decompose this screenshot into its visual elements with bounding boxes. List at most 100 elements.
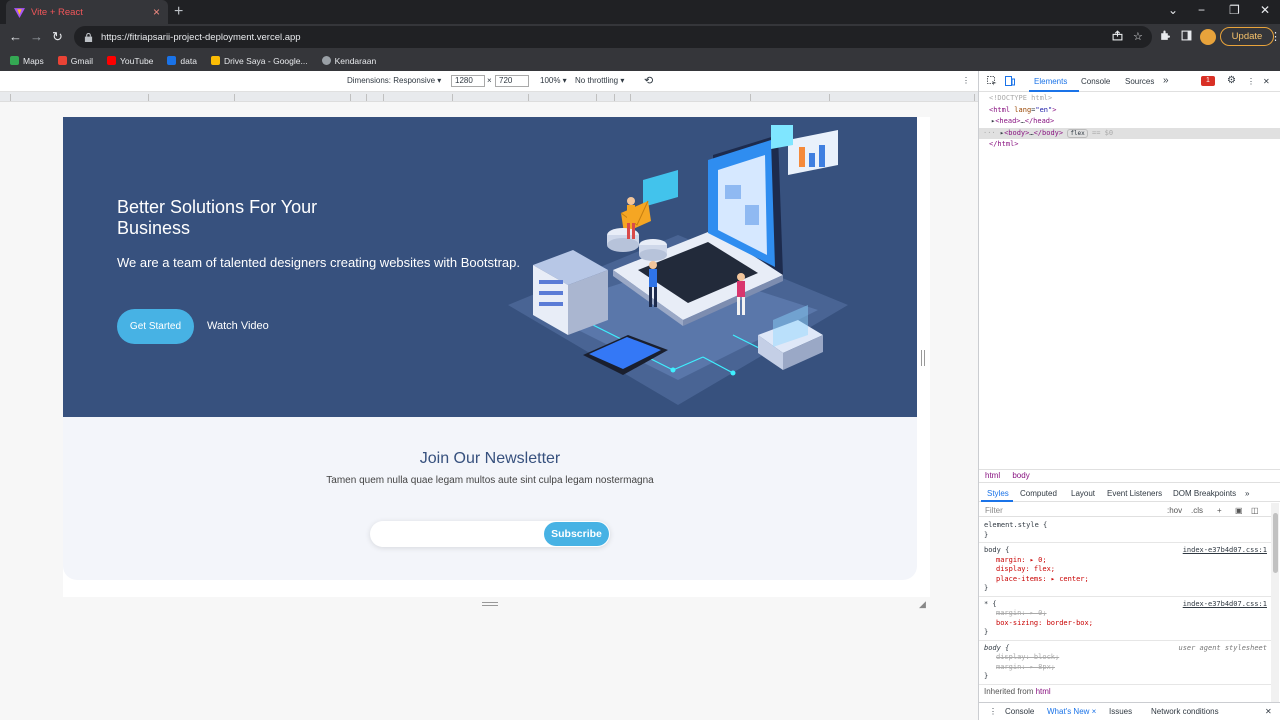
styles-scrollbar[interactable]: [1271, 503, 1279, 703]
drawer-tab-issues[interactable]: Issues: [1109, 707, 1132, 716]
stylesheet-link[interactable]: index-e37b4d07.css:1: [1183, 546, 1267, 554]
inherited-tag[interactable]: html: [1036, 687, 1051, 696]
tab-search-icon[interactable]: ⌄: [1168, 3, 1178, 17]
dom-node-head[interactable]: ▸<head>…</head>: [979, 116, 1280, 128]
devtools-drawer: ⋮ Console What's New × Issues Network co…: [979, 702, 1280, 720]
tab-console[interactable]: Console: [1081, 77, 1110, 86]
stylesheet-link[interactable]: index-e37b4d07.css:1: [1183, 600, 1267, 608]
tab-dom-breakpoints[interactable]: DOM Breakpoints: [1173, 489, 1236, 498]
minimize-button[interactable]: −: [1198, 3, 1205, 17]
width-input[interactable]: 1280: [451, 75, 485, 87]
settings-gear-icon[interactable]: ⚙: [1227, 75, 1236, 86]
tab-computed[interactable]: Computed: [1020, 489, 1057, 498]
tab-close-icon[interactable]: ×: [153, 5, 160, 19]
error-count-badge[interactable]: 1: [1201, 76, 1215, 86]
dom-node-html[interactable]: <html lang="en">: [979, 105, 1280, 117]
sidebar-toggle-icon[interactable]: ◫: [1251, 506, 1259, 515]
rule-universal[interactable]: index-e37b4d07.css:1 * { margin: ▸ 0; bo…: [979, 597, 1271, 641]
watch-video-link[interactable]: Watch Video: [207, 320, 269, 332]
computed-toggle-icon[interactable]: ▣: [1235, 506, 1243, 515]
url-text: https://fitriapsarii-project-deployment.…: [101, 31, 301, 43]
tab-event-listeners[interactable]: Event Listeners: [1107, 489, 1162, 498]
forward-button[interactable]: →: [30, 29, 43, 44]
data-icon: [167, 56, 177, 65]
profile-avatar[interactable]: [1200, 29, 1216, 45]
devtools-close-icon[interactable]: ✕: [1263, 77, 1270, 86]
inspect-element-icon[interactable]: [987, 76, 997, 86]
dimensions-dropdown[interactable]: Dimensions: Responsive ▾: [347, 76, 441, 85]
website-page: Better Solutions For Your Business We ar…: [63, 117, 930, 597]
bookmark-youtube[interactable]: YouTube: [107, 56, 153, 66]
viewport-resize-handle-right[interactable]: [921, 350, 925, 366]
tab-layout[interactable]: Layout: [1071, 489, 1095, 498]
device-more-icon[interactable]: ⋮: [962, 76, 970, 85]
active-tab-indicator: [1029, 90, 1079, 92]
bookmark-maps[interactable]: Maps: [10, 56, 44, 66]
browser-menu-icon[interactable]: ⋮: [1270, 30, 1280, 43]
bookmark-star-icon[interactable]: ☆: [1133, 30, 1143, 43]
dom-node-body[interactable]: ··· ▸<body>…</body> flex == $0: [979, 127, 1280, 139]
more-styles-tabs-icon[interactable]: »: [1245, 489, 1249, 498]
window-close-button[interactable]: ✕: [1260, 3, 1270, 17]
rule-element-style[interactable]: element.style { }: [979, 518, 1271, 543]
breadcrumb-html[interactable]: html: [985, 471, 1000, 480]
drawer-tab-whats-new[interactable]: What's New ×: [1047, 707, 1096, 716]
hero-subtitle: We are a team of talented designers crea…: [117, 255, 520, 270]
devtools-menu-icon[interactable]: ⋮: [1247, 77, 1255, 86]
more-tabs-icon[interactable]: »: [1163, 75, 1169, 86]
rule-body[interactable]: index-e37b4d07.css:1 body { margin: ▸ 0;…: [979, 543, 1271, 597]
bookmark-kendaraan[interactable]: Kendaraan: [321, 56, 376, 66]
user-agent-label: user agent stylesheet: [1178, 643, 1267, 652]
dom-node-doctype[interactable]: <!DOCTYPE html>: [979, 93, 1280, 105]
bookmark-drive[interactable]: Drive Saya - Google...: [210, 56, 308, 66]
address-bar[interactable]: https://fitriapsarii-project-deployment.…: [74, 26, 1152, 48]
device-toggle-icon[interactable]: [1005, 76, 1015, 86]
share-icon[interactable]: [1112, 30, 1123, 41]
rule-user-agent-body[interactable]: user agent stylesheet body { display: bl…: [979, 641, 1271, 685]
update-button[interactable]: Update: [1220, 27, 1274, 46]
styles-filter-input[interactable]: Filter: [985, 506, 1003, 515]
viewport-resize-handle-bottom[interactable]: [482, 602, 498, 606]
zoom-dropdown[interactable]: 100% ▾: [540, 76, 567, 85]
flex-badge[interactable]: flex: [1067, 128, 1088, 138]
breadcrumb-body[interactable]: body: [1012, 471, 1029, 480]
new-tab-button[interactable]: +: [174, 3, 183, 21]
maps-icon: [10, 56, 19, 65]
drawer-close-icon[interactable]: ✕: [1265, 707, 1272, 716]
reload-button[interactable]: ↻: [52, 29, 63, 45]
drawer-menu-icon[interactable]: ⋮: [989, 707, 997, 716]
get-started-button[interactable]: Get Started: [117, 309, 194, 344]
back-button[interactable]: ←: [9, 29, 22, 44]
styles-tab-bar: Styles Computed Layout Event Listeners D…: [979, 485, 1280, 502]
height-input[interactable]: 720: [495, 75, 529, 87]
styles-rules-list: element.style { } index-e37b4d07.css:1 b…: [979, 518, 1271, 685]
drawer-tab-network-conditions[interactable]: Network conditions: [1151, 707, 1219, 716]
viewport-resize-corner-icon[interactable]: ◢: [919, 599, 926, 610]
newsletter-section: Join Our Newsletter Tamen quem nulla qua…: [63, 417, 917, 580]
throttling-dropdown[interactable]: No throttling ▾: [575, 76, 624, 85]
hero-title: Better Solutions For Your Business: [117, 197, 318, 238]
dom-node-html-close[interactable]: </html>: [979, 139, 1280, 151]
hero-section: Better Solutions For Your Business We ar…: [63, 117, 917, 417]
tab-sources[interactable]: Sources: [1125, 77, 1154, 86]
device-toolbar: Dimensions: Responsive ▾ 1280 × 720 100%…: [0, 71, 978, 92]
browser-tab[interactable]: Vite + React ×: [6, 0, 168, 24]
class-toggle[interactable]: .cls: [1191, 506, 1203, 515]
hero-illustration: [508, 125, 848, 405]
bookmark-gmail[interactable]: Gmail: [57, 56, 93, 66]
styles-filter-bar: Filter :hov .cls + ▣ ◫: [979, 503, 1271, 517]
rotate-icon[interactable]: ⟲: [644, 74, 653, 87]
bookmark-data[interactable]: data: [167, 56, 197, 66]
new-rule-icon[interactable]: +: [1217, 506, 1222, 515]
email-field[interactable]: [380, 525, 540, 543]
hover-state-toggle[interactable]: :hov: [1167, 506, 1182, 515]
globe-icon: [321, 56, 331, 65]
drawer-tab-console[interactable]: Console: [1005, 707, 1034, 716]
extensions-icon[interactable]: [1159, 30, 1170, 41]
tab-strip: Vite + React × + ⌄ − ❐ ✕: [0, 0, 1280, 24]
restore-button[interactable]: ❐: [1229, 3, 1240, 17]
tab-elements[interactable]: Elements: [1034, 77, 1067, 86]
subscribe-button[interactable]: Subscribe: [544, 522, 609, 546]
tab-styles[interactable]: Styles: [987, 489, 1009, 498]
side-panel-icon[interactable]: [1181, 30, 1192, 41]
